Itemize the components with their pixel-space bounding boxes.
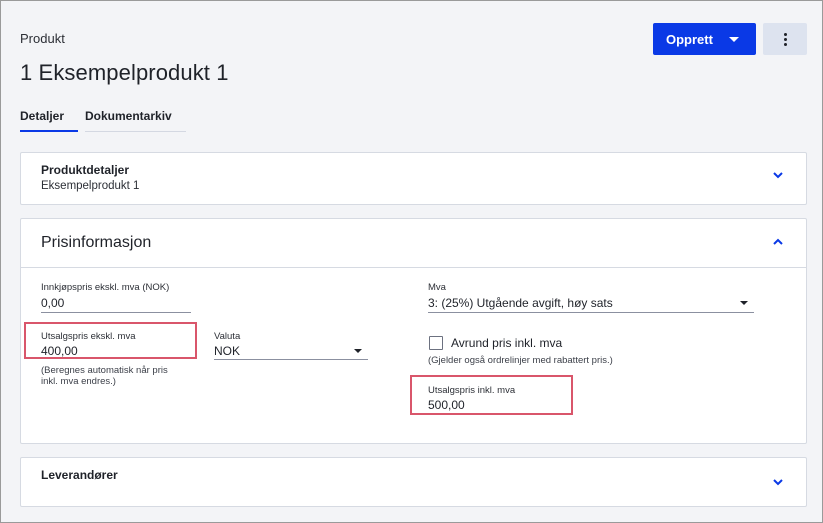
tab-dokumentarkiv[interactable]: Dokumentarkiv — [85, 107, 186, 132]
caret-down-icon — [729, 37, 739, 42]
mva-label: Mva — [428, 282, 446, 293]
innkjopspris-label: Innkjøpspris ekskl. mva (NOK) — [41, 282, 170, 293]
leverandorer-panel[interactable]: Leverandører — [20, 457, 807, 507]
tab-detaljer[interactable]: Detaljer — [20, 107, 78, 132]
chevron-up-icon[interactable] — [773, 238, 783, 248]
page-subtitle: Produkt — [20, 31, 65, 46]
valuta-label: Valuta — [214, 331, 241, 342]
chevron-down-icon[interactable] — [773, 478, 783, 488]
valuta-caret-icon[interactable] — [354, 349, 362, 353]
create-button[interactable]: Opprett — [653, 23, 756, 55]
produktdetaljer-subtitle: Eksempelprodukt 1 — [41, 180, 140, 192]
tab-detaljer-label: Detaljer — [20, 109, 65, 123]
avrund-label: Avrund pris inkl. mva — [451, 336, 563, 350]
prisinformasjon-title: Prisinformasjon — [41, 234, 152, 251]
highlight-box-ekskl — [24, 322, 197, 359]
innkjopspris-input[interactable]: 0,00 — [41, 296, 64, 310]
produktdetaljer-panel[interactable]: Produktdetaljer Eksempelprodukt 1 — [20, 152, 807, 205]
tab-dokumentarkiv-label: Dokumentarkiv — [85, 109, 172, 123]
mva-underline — [428, 312, 754, 313]
more-options-button[interactable] — [763, 23, 807, 55]
prisinformasjon-panel: Prisinformasjon Innkjøpspris ekskl. mva … — [20, 218, 807, 444]
create-button-label: Opprett — [666, 31, 713, 47]
page-title: 1 Eksempelprodukt 1 — [20, 60, 229, 85]
prisinformasjon-header[interactable]: Prisinformasjon — [21, 219, 806, 268]
chevron-down-icon[interactable] — [773, 171, 783, 181]
valuta-select[interactable]: NOK — [214, 344, 240, 358]
window-frame: Produkt 1 Eksempelprodukt 1 Opprett Deta… — [0, 0, 823, 523]
tab-bar: Detaljer Dokumentarkiv — [20, 107, 186, 132]
mva-select[interactable]: 3: (25%) Utgående avgift, høy sats — [428, 296, 613, 310]
auto-calc-hint-line2: inkl. mva endres.) — [41, 376, 116, 387]
avrund-checkbox[interactable] — [429, 336, 443, 350]
innkjopspris-underline — [41, 312, 191, 313]
highlight-box-inkl — [410, 375, 573, 415]
valuta-underline — [214, 359, 368, 360]
produktdetaljer-title: Produktdetaljer — [41, 163, 130, 177]
avrund-hint: (Gjelder også ordrelinjer med rabattert … — [428, 355, 613, 366]
leverandorer-title: Leverandører — [41, 468, 118, 482]
mva-caret-icon[interactable] — [740, 301, 748, 305]
more-vertical-icon — [783, 32, 787, 46]
auto-calc-hint-line1: (Beregnes automatisk når pris — [41, 365, 168, 376]
